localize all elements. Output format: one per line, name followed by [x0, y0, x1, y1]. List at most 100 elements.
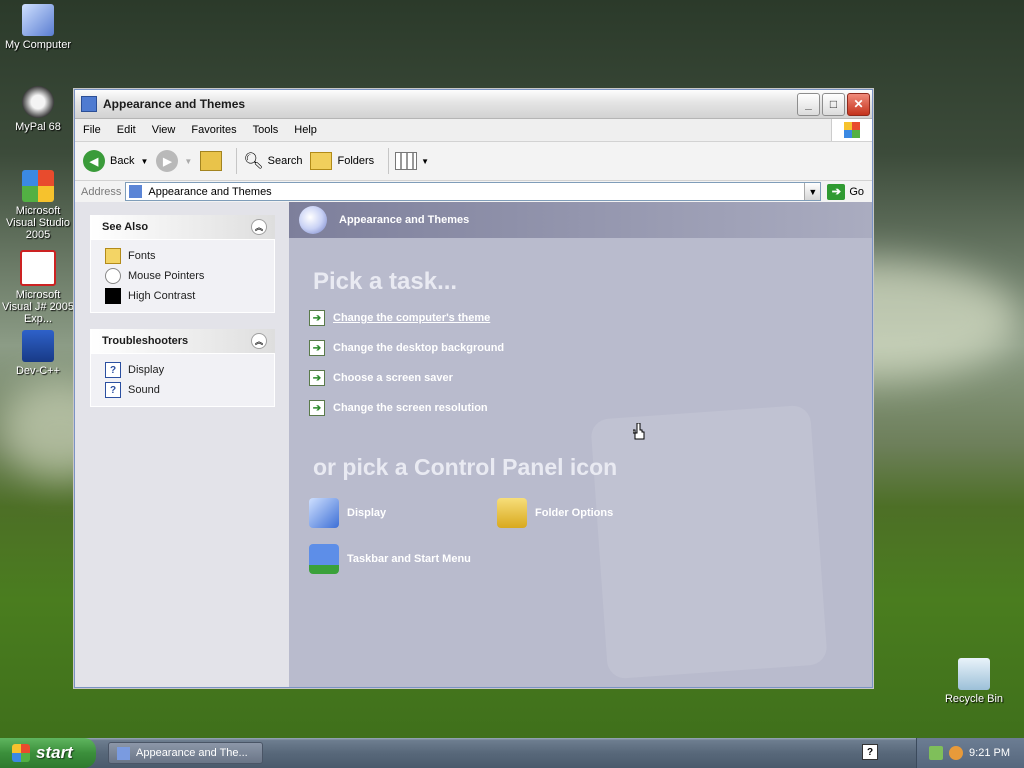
toolbar-divider: [236, 148, 238, 174]
troubleshooters-title: Troubleshooters: [102, 335, 189, 347]
category-header: Appearance and Themes: [289, 202, 872, 238]
search-label: Search: [267, 155, 303, 167]
desktop-icon-vj[interactable]: Microsoft Visual J# 2005 Exp...: [0, 250, 76, 325]
green-arrow-icon: ➔: [309, 310, 325, 326]
maximize-button[interactable]: □: [822, 92, 845, 116]
pick-task-heading: Pick a task...: [313, 268, 458, 295]
views-button[interactable]: ▼: [395, 152, 429, 170]
cp-icon-label: Taskbar and Start Menu: [347, 553, 471, 565]
troubleshooter-label: Display: [128, 364, 165, 376]
task-label: Choose a screen saver: [333, 372, 453, 384]
green-arrow-icon: ➔: [309, 400, 325, 416]
troubleshooters-panel: Troubleshooters ︽ ? Display ? Sound: [90, 329, 275, 407]
help-icon: ?: [105, 362, 121, 378]
collapse-icon[interactable]: ︽: [251, 219, 267, 235]
back-arrow-icon: ◀: [83, 150, 105, 172]
network-icon[interactable]: [929, 746, 944, 760]
cp-icon-taskbar-start-menu[interactable]: Taskbar and Start Menu: [309, 543, 471, 575]
search-icon[interactable]: [949, 746, 964, 760]
go-label: Go: [849, 185, 864, 198]
menu-help[interactable]: Help: [286, 124, 325, 136]
start-button[interactable]: start: [0, 738, 96, 768]
desktop-icon-my-computer[interactable]: My Computer: [0, 4, 76, 51]
desktop-icon-recycle-bin[interactable]: Recycle Bin: [936, 658, 1012, 705]
desktop-icon-mypal[interactable]: MyPal 68: [0, 86, 76, 133]
forward-arrow-icon: ▶: [156, 150, 179, 172]
task-label: Change the computer's theme: [333, 312, 491, 324]
folders-icon: [310, 152, 333, 170]
task-change-theme[interactable]: ➔ Change the computer's theme: [309, 309, 490, 327]
close-button[interactable]: ✕: [847, 92, 870, 116]
see-also-panel: See Also ︽ Fonts Mouse Pointers High Con…: [90, 215, 275, 313]
menu-tools[interactable]: Tools: [245, 124, 287, 136]
task-screen-saver[interactable]: ➔ Choose a screen saver: [309, 369, 453, 387]
see-also-label: High Contrast: [128, 290, 196, 302]
views-icon: [395, 152, 418, 170]
window-title: Appearance and Themes: [103, 97, 246, 111]
desktop-icon-label: Microsoft Visual Studio 2005: [5, 205, 70, 241]
toolbar: ◀ Back ▼ ▶ ▼ 🔍︎ Search Folders ▼: [75, 142, 872, 181]
taskbar: start Appearance and The... ? 9:21 PM: [0, 738, 1024, 768]
green-arrow-icon: ➔: [309, 340, 325, 356]
toolbar-divider: [388, 148, 390, 174]
troubleshooter-display[interactable]: ? Display: [105, 360, 274, 380]
computer-icon: [22, 4, 54, 36]
menu-edit[interactable]: Edit: [109, 124, 144, 136]
cp-icon-folder-options[interactable]: Folder Options: [497, 497, 613, 529]
mouse-icon: [105, 268, 121, 284]
address-dropdown-button[interactable]: ▼: [804, 183, 821, 200]
system-tray: 9:21 PM: [916, 738, 1024, 768]
control-panel-icon: [129, 185, 143, 198]
content-area: See Also ︽ Fonts Mouse Pointers High Con…: [75, 202, 872, 687]
see-also-header[interactable]: See Also ︽: [90, 215, 275, 239]
troubleshooters-header[interactable]: Troubleshooters ︽: [90, 329, 275, 353]
task-screen-resolution[interactable]: ➔ Change the screen resolution: [309, 399, 488, 417]
forward-button[interactable]: ▶ ▼: [156, 150, 192, 172]
chevron-down-icon: ▼: [184, 156, 193, 166]
task-change-background[interactable]: ➔ Change the desktop background: [309, 339, 504, 357]
desktop-icon-devcpp[interactable]: Dev-C++: [0, 330, 76, 377]
explorer-window: Appearance and Themes _ □ ✕ File Edit Vi…: [74, 89, 873, 688]
chevron-down-icon[interactable]: ▼: [140, 157, 148, 166]
see-also-high-contrast[interactable]: High Contrast: [105, 286, 274, 306]
cp-icon-label: Folder Options: [535, 507, 614, 519]
task-label: Change the screen resolution: [333, 402, 488, 414]
appearance-themes-icon: [299, 206, 327, 234]
help-icon[interactable]: ?: [862, 744, 878, 760]
address-bar: Address Appearance and Themes ▼ ➔ Go: [75, 181, 872, 203]
pick-icon-heading: or pick a Control Panel icon: [313, 454, 618, 480]
high-contrast-icon: [105, 288, 121, 304]
desktop-icon-label: MyPal 68: [15, 121, 61, 133]
go-arrow-icon: ➔: [827, 183, 846, 200]
cp-icon-display[interactable]: Display: [309, 497, 386, 529]
up-folder-button[interactable]: [200, 151, 223, 171]
windows-logo-icon: [12, 744, 30, 762]
category-pane: Appearance and Themes Pick a task... ➔ C…: [289, 202, 872, 687]
menu-bar: File Edit View Favorites Tools Help: [75, 119, 872, 142]
start-label: start: [36, 743, 73, 762]
menu-favorites[interactable]: Favorites: [183, 124, 244, 136]
back-button[interactable]: ◀ Back ▼: [83, 150, 148, 172]
see-also-fonts[interactable]: Fonts: [105, 246, 274, 266]
title-bar[interactable]: Appearance and Themes _ □ ✕: [75, 90, 872, 119]
minimize-button[interactable]: _: [797, 92, 820, 116]
display-icon: [309, 498, 339, 528]
clock[interactable]: 9:21 PM: [969, 747, 1010, 759]
folders-button[interactable]: Folders: [310, 152, 374, 170]
search-button[interactable]: 🔍︎ Search: [243, 151, 302, 171]
collapse-icon[interactable]: ︽: [251, 333, 267, 349]
cp-icon-label: Display: [347, 507, 387, 519]
address-input[interactable]: Appearance and Themes ▼: [125, 182, 822, 201]
troubleshooter-sound[interactable]: ? Sound: [105, 380, 274, 400]
see-also-mouse-pointers[interactable]: Mouse Pointers: [105, 266, 274, 286]
go-button[interactable]: ➔ Go: [827, 183, 864, 200]
see-also-list: Fonts Mouse Pointers High Contrast: [90, 239, 275, 313]
back-label: Back: [110, 155, 135, 167]
desktop-icon-visual-studio[interactable]: Microsoft Visual Studio 2005: [0, 170, 76, 241]
taskbar-window-button[interactable]: Appearance and The...: [108, 742, 263, 764]
category-title: Appearance and Themes: [339, 214, 470, 226]
menu-view[interactable]: View: [144, 124, 184, 136]
menu-file[interactable]: File: [75, 124, 109, 136]
search-icon: 🔍︎: [243, 153, 264, 170]
troubleshooters-list: ? Display ? Sound: [90, 353, 275, 407]
